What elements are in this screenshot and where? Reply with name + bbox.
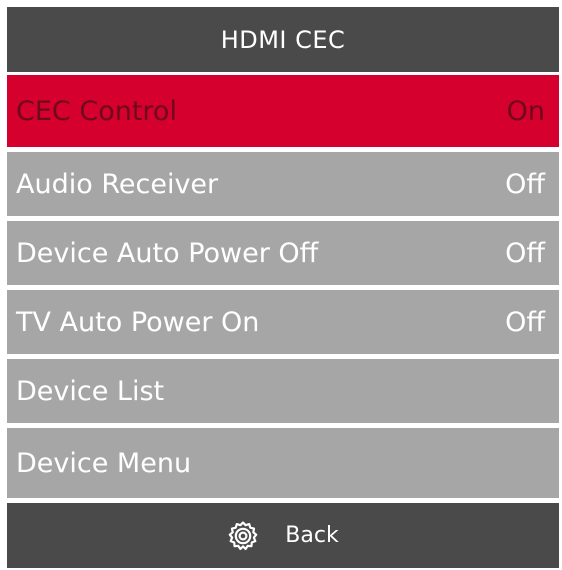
menu-item-value: Off (505, 306, 545, 338)
menu-item-value: Off (505, 237, 545, 269)
menu-item-audio-receiver[interactable]: Audio Receiver Off (7, 152, 559, 216)
menu-footer: Back (7, 503, 559, 568)
menu-title: HDMI CEC (7, 7, 559, 72)
back-label: Back (285, 523, 339, 548)
menu-item-tv-auto-power-on[interactable]: TV Auto Power On Off (7, 290, 559, 354)
menu-item-label: Device Menu (16, 447, 192, 479)
menu-item-cec-control[interactable]: CEC Control On (7, 75, 559, 147)
menu-item-device-menu[interactable]: Device Menu (7, 428, 559, 498)
menu-item-label: Device List (16, 375, 165, 407)
menu-item-device-list[interactable]: Device List (7, 359, 559, 423)
menu-item-value: Off (505, 168, 545, 200)
menu-item-label: CEC Control (16, 95, 177, 127)
menu-item-device-auto-power-off[interactable]: Device Auto Power Off Off (7, 221, 559, 285)
hdmi-cec-menu: HDMI CEC CEC Control On Audio Receiver O… (7, 7, 559, 568)
gear-icon (228, 520, 258, 550)
menu-item-label: Device Auto Power Off (16, 237, 319, 269)
menu-item-label: TV Auto Power On (16, 306, 260, 338)
back-button[interactable]: Back (227, 520, 339, 552)
menu-item-label: Audio Receiver (16, 168, 219, 200)
menu-item-value: On (506, 95, 545, 127)
